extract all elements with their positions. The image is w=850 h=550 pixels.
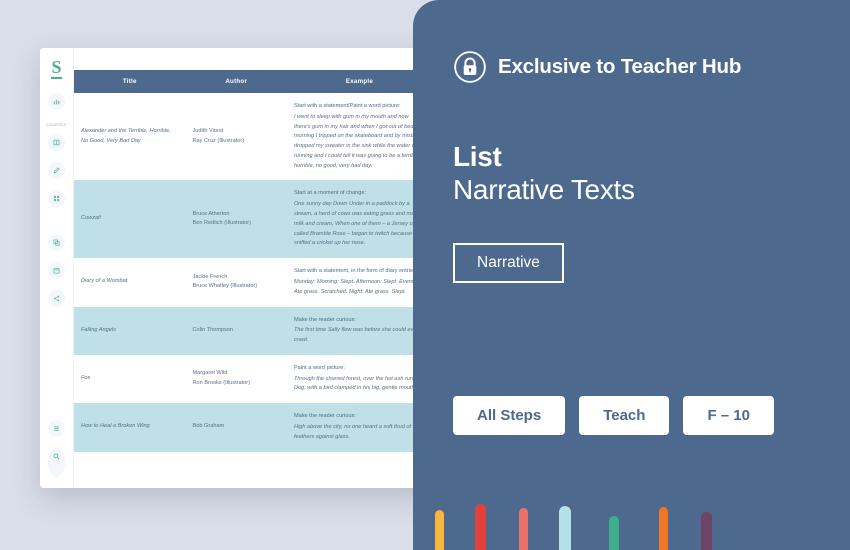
- example-body: Through the charred forest, over the hot…: [293, 375, 417, 392]
- search-icon: [53, 453, 60, 460]
- cell-title: Alexander and the Terrible, Horrible, No…: [81, 127, 171, 144]
- cell-example: Paint a word picture: Through the charred…: [287, 355, 432, 403]
- cell-author: Judith Viorst Ray Cruz (Illustrator): [186, 93, 287, 180]
- example-lead: Make the reader curious:: [293, 316, 356, 323]
- author-line: Bruce Whatley (Illustrator): [192, 283, 258, 290]
- table-body: Alexander and the Terrible, Horrible, No…: [74, 93, 432, 452]
- cell-example: Start with a statement, in the form of d…: [287, 258, 432, 306]
- table-row[interactable]: Falling Angels Colin Thompson Make the rea…: [74, 306, 432, 355]
- action-button-2[interactable]: Teach: [579, 396, 670, 435]
- action-button-1[interactable]: All Steps: [453, 396, 566, 435]
- table-row[interactable]: Alexander and the Terrible, Horrible, No…: [74, 93, 432, 180]
- example-body: The first time Sally flew was before she…: [293, 327, 420, 344]
- example-lead: Start with a statement/Paint a word pict…: [293, 103, 401, 109]
- example-lead: Paint a word picture:: [293, 364, 345, 371]
- example-body: Monday: Morning: Slept. Afternoon: Slept…: [293, 278, 421, 295]
- column-header-title[interactable]: Title: [74, 70, 186, 93]
- calendar-icon: [53, 268, 60, 274]
- app-logo[interactable]: S: [51, 58, 62, 79]
- cell-author: Margaret Wild Ron Brooks (Illustrator): [186, 355, 287, 403]
- sidebar-item-search[interactable]: [48, 448, 65, 477]
- chart-icon: [53, 99, 60, 105]
- cell-author: Bruce Atherton Ben Redlich (Illustrator): [185, 180, 287, 259]
- column-header-author[interactable]: Author: [185, 70, 287, 93]
- cell-example: Make the reader curious: The first time S…: [286, 306, 432, 355]
- info-panel: Exclusive to Teacher Hub List Narrative …: [413, 0, 850, 550]
- app-sidebar: S Courses: [40, 48, 74, 488]
- author-line: Margaret Wild: [192, 370, 228, 377]
- list-icon: [54, 426, 59, 431]
- sidebar-item-share[interactable]: [48, 290, 65, 307]
- author-line: Ron Brooks (Illustrator): [192, 380, 251, 387]
- cell-example: Start with a statement/Paint a word pict…: [287, 93, 432, 180]
- table-header-row: Title Author Example: [74, 70, 432, 93]
- example-body: I went to sleep with gum in my mouth and…: [293, 113, 425, 169]
- author-line: Bruce Atherton: [192, 210, 230, 217]
- sidebar-item-dashboard[interactable]: [48, 93, 65, 110]
- cell-example: Make the reader curious: High above the c…: [286, 403, 432, 452]
- cell-title: Cowzat!: [74, 180, 186, 259]
- pen-icon: [53, 167, 60, 174]
- author-line: Jackie French: [192, 273, 228, 280]
- example-lead: Start with a statement, in the form of d…: [293, 268, 418, 275]
- cell-example: Start at a moment of change: One sunny da…: [286, 180, 432, 259]
- book-icon: [53, 139, 60, 146]
- author-line: Bob Graham: [192, 423, 225, 430]
- sidebar-item-course-1[interactable]: [48, 134, 65, 151]
- lock-circle-icon: [454, 51, 486, 83]
- cell-author: Colin Thompson: [185, 306, 287, 355]
- exclusive-badge: Exclusive to Teacher Hub: [453, 50, 741, 84]
- sidebar-item-calendar[interactable]: [48, 262, 65, 279]
- table-row[interactable]: Fox Margaret Wild Ron Brooks (Illustrator)…: [74, 355, 432, 403]
- cell-author: Bob Graham: [185, 403, 287, 452]
- app-screenshot-preview: S Courses: [40, 48, 432, 488]
- pencil-stroke: [435, 510, 444, 550]
- page-title: List Narrative Texts: [453, 140, 635, 206]
- category-tag[interactable]: Narrative: [453, 243, 564, 283]
- share-icon: [53, 295, 60, 302]
- sidebar-item-course-3[interactable]: [48, 190, 65, 207]
- grid-icon: [53, 195, 60, 202]
- title-line-2: Narrative Texts: [453, 174, 635, 206]
- pencil-stroke: [519, 508, 528, 550]
- cell-title: Fox: [81, 375, 91, 382]
- author-line: Judith Viorst: [192, 127, 224, 134]
- author-line: Ben Redlich (Illustrator): [192, 220, 251, 227]
- table-row[interactable]: Cowzat! Bruce Atherton Ben Redlich (Illust…: [74, 180, 432, 259]
- example-lead: Make the reader curious:: [293, 413, 356, 420]
- pencil-stroke: [475, 504, 486, 550]
- title-line-1: List: [453, 141, 502, 172]
- column-header-example[interactable]: Example: [286, 70, 432, 93]
- cell-title: Falling Angels: [74, 306, 186, 355]
- table-row[interactable]: How to Heal a Broken Wing Bob Graham Make …: [74, 403, 432, 452]
- table-head: Title Author Example: [74, 70, 432, 93]
- pencil-stroke: [609, 516, 619, 550]
- cell-title: Diary of a Wombat: [81, 278, 128, 285]
- cell-author: Jackie French Bruce Whatley (Illustrator): [186, 258, 287, 306]
- sidebar-item-list[interactable]: [48, 420, 65, 437]
- pencil-stroke: [701, 512, 712, 550]
- narrative-texts-table: Title Author Example Alexander and the T…: [74, 70, 432, 452]
- app-main-content: Title Author Example Alexander and the T…: [74, 48, 432, 488]
- exclusive-label: Exclusive to Teacher Hub: [498, 55, 742, 78]
- example-lead: Start at a moment of change:: [293, 190, 367, 197]
- cell-title: How to Heal a Broken Wing: [74, 403, 186, 452]
- pencil-stroke: [659, 507, 668, 550]
- action-button-3[interactable]: F – 10: [683, 396, 774, 435]
- app-topbar: [74, 48, 432, 70]
- sidebar-group-label: Courses: [46, 123, 67, 127]
- pencil-decoration: [413, 490, 850, 550]
- example-body: High above the city, no one heard a soft…: [293, 423, 412, 440]
- sidebar-item-course-2[interactable]: [48, 162, 65, 179]
- sidebar-item-copy[interactable]: [48, 234, 65, 251]
- copy-icon: [53, 239, 60, 246]
- promo-card: S Courses: [0, 0, 850, 550]
- table-row[interactable]: Diary of a Wombat Jackie French Bruce What…: [74, 258, 432, 306]
- author-line: Ray Cruz (Illustrator): [192, 137, 245, 144]
- pencil-stroke: [559, 506, 571, 550]
- author-line: Colin Thompson: [192, 326, 234, 333]
- action-button-row: All Steps Teach F – 10: [453, 396, 774, 435]
- example-body: One sunny day Down Under in a paddock by…: [293, 201, 425, 247]
